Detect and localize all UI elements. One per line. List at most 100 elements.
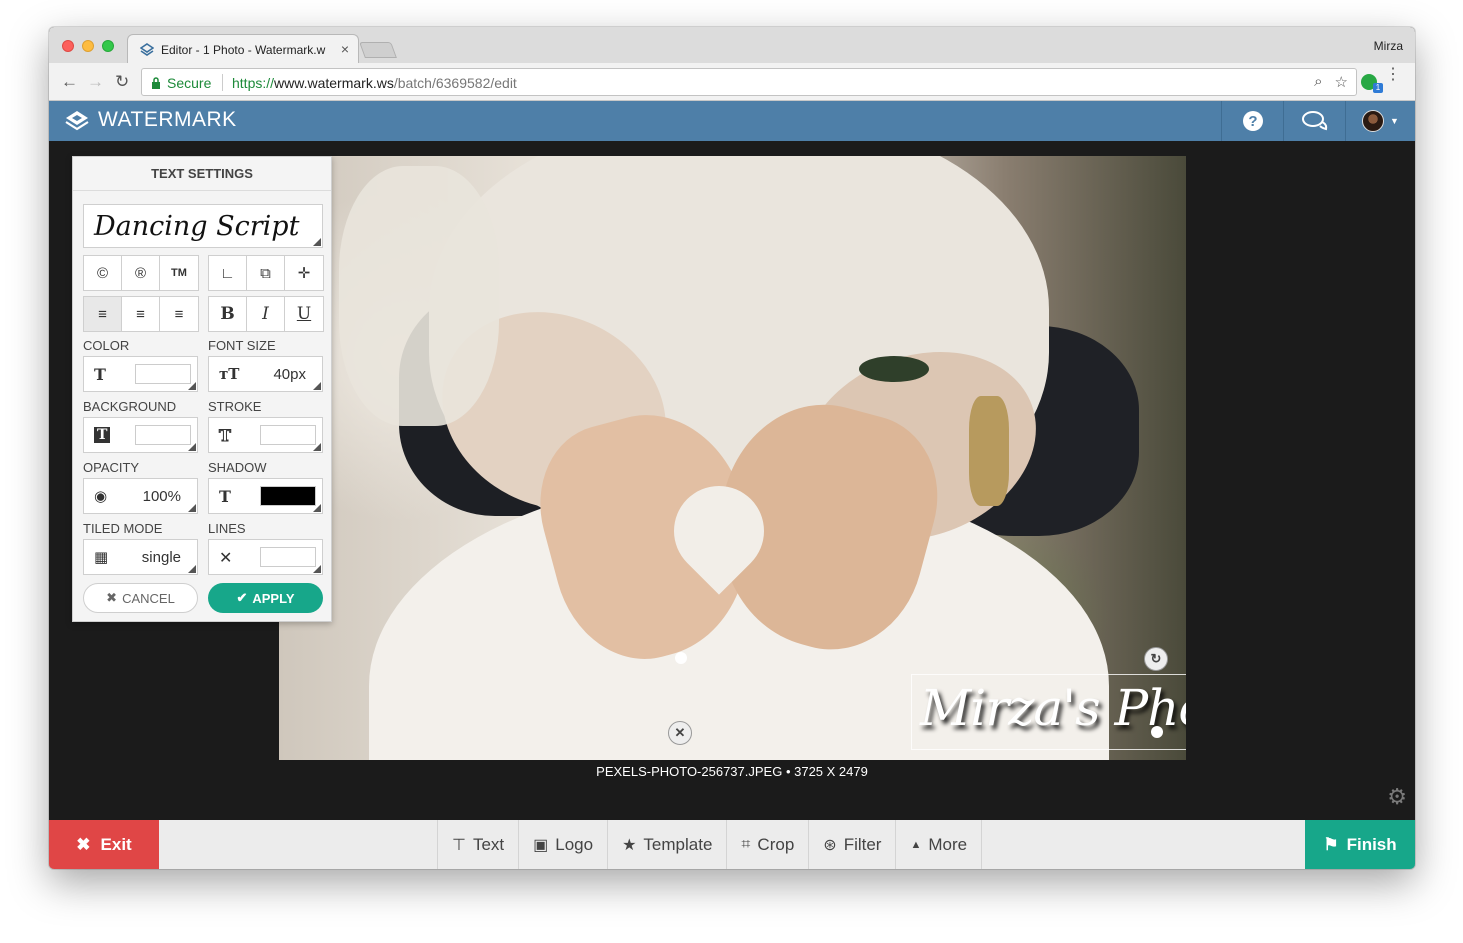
- text-tool-button[interactable]: ⊤ Text: [438, 820, 520, 869]
- background-picker[interactable]: T: [83, 417, 198, 453]
- opacity-select[interactable]: ◉ 100%: [83, 478, 198, 514]
- extension-badge: 1: [1373, 83, 1383, 93]
- template-tool-button[interactable]: ★ Template: [608, 820, 728, 869]
- tiled-mode-value: single: [141, 549, 181, 566]
- tiled-mode-label: TILED MODE: [83, 521, 163, 536]
- photo-caption: PEXELS-PHOTO-256737.JPEG • 3725 X 2479: [596, 764, 868, 779]
- duplicate-icon[interactable]: ⧉: [247, 256, 285, 290]
- exit-button[interactable]: ✖ Exit: [49, 820, 159, 869]
- app-header: WATERMARK ? ▼: [49, 101, 1415, 141]
- maximize-window-button[interactable]: [102, 40, 114, 52]
- gear-icon[interactable]: ⚙: [1387, 784, 1407, 810]
- chat-button[interactable]: [1283, 101, 1345, 141]
- browser-toolbar: ← → ↻ Secure https://www.watermark.ws/ba…: [49, 63, 1415, 101]
- watermark-favicon-icon: [140, 43, 154, 56]
- check-icon: ✔: [236, 590, 248, 605]
- rotate-angle-icon[interactable]: ∟: [209, 256, 247, 290]
- watermark-bounding-box[interactable]: Mirza's Photography: [911, 674, 1186, 750]
- finish-button[interactable]: ⚑ Finish: [1305, 820, 1415, 869]
- zoom-icon[interactable]: ⌕: [1314, 73, 1322, 91]
- star-icon: ★: [622, 836, 637, 854]
- stroke-picker[interactable]: T: [208, 417, 323, 453]
- tab-close-icon[interactable]: ×: [341, 41, 349, 57]
- svg-text:?: ?: [1248, 113, 1257, 130]
- bookmark-star-icon[interactable]: ☆: [1335, 73, 1348, 91]
- align-right-icon[interactable]: ≡: [160, 297, 198, 331]
- lines-x-icon: ✕: [219, 548, 233, 567]
- font-size-icon: ᴛT: [219, 365, 240, 383]
- text-settings-panel: TEXT SETTINGS Dancing Script © ® TM ∟ ⧉ …: [72, 156, 332, 622]
- bottom-toolbar: ✖ Exit ⊤ Text ▣ Logo ★ Template ⌗ Crop ⊛ Filt…: [49, 820, 1415, 869]
- user-menu[interactable]: ▼: [1345, 101, 1415, 141]
- forward-arrow-icon[interactable]: →: [87, 73, 104, 90]
- image-icon: ▣: [533, 836, 549, 854]
- filter-tool-button[interactable]: ⊛ Filter: [809, 820, 897, 869]
- avatar: [1362, 110, 1385, 132]
- editor-canvas: Mirza's Photography ↻ ✕ PEXELS-PHOTO-256…: [49, 141, 1415, 820]
- profile-name[interactable]: Mirza: [1374, 39, 1403, 53]
- crop-tool-button[interactable]: ⌗ Crop: [727, 820, 810, 869]
- tab-title: Editor - 1 Photo - Watermark.w: [161, 43, 326, 57]
- transform-buttons: ∟ ⧉ ✛: [208, 255, 324, 291]
- browser-menu-icon[interactable]: ⋮: [1385, 67, 1401, 83]
- font-size-value: 40px: [273, 366, 306, 383]
- color-swatch: [135, 364, 191, 384]
- more-tool-button[interactable]: ▲ More: [896, 820, 983, 869]
- brand-logo[interactable]: WATERMARK: [64, 108, 237, 132]
- shadow-icon: T: [219, 487, 231, 506]
- trademark-button[interactable]: TM: [160, 256, 198, 290]
- color-label: COLOR: [83, 338, 130, 353]
- symbol-buttons: © ® TM: [83, 255, 199, 291]
- browser-tab[interactable]: Editor - 1 Photo - Watermark.w ×: [127, 34, 359, 63]
- underline-icon[interactable]: U: [285, 297, 323, 331]
- minimize-window-button[interactable]: [82, 40, 94, 52]
- apply-button[interactable]: ✔ APPLY: [208, 583, 323, 613]
- watermark-resize-handle-top-left[interactable]: [675, 652, 687, 664]
- shadow-picker[interactable]: T: [208, 478, 323, 514]
- italic-icon[interactable]: I: [247, 297, 285, 331]
- text-icon: ⊤: [452, 836, 466, 854]
- color-picker[interactable]: T: [83, 356, 198, 392]
- tiled-mode-select[interactable]: ▦ single: [83, 539, 198, 575]
- stroke-label: STROKE: [208, 399, 262, 414]
- address-bar[interactable]: Secure https://www.watermark.ws/batch/63…: [141, 68, 1357, 96]
- cancel-button[interactable]: ✖ CANCEL: [83, 583, 198, 613]
- opacity-label: OPACITY: [83, 460, 140, 475]
- reload-icon[interactable]: ↻: [115, 73, 129, 90]
- close-window-button[interactable]: [62, 40, 74, 52]
- aperture-icon: ⊛: [823, 836, 837, 854]
- font-select[interactable]: Dancing Script: [83, 204, 323, 248]
- align-left-icon[interactable]: ≡: [84, 297, 122, 331]
- caret-up-icon: ▲: [910, 838, 922, 851]
- help-icon: ?: [1242, 111, 1263, 131]
- registered-button[interactable]: ®: [122, 256, 160, 290]
- alignment-buttons: ≡ ≡ ≡: [83, 296, 199, 332]
- font-select-value: Dancing Script: [94, 211, 300, 242]
- watermark-text[interactable]: Mirza's Photography: [920, 679, 1186, 737]
- caret-down-icon: ▼: [1390, 116, 1399, 126]
- close-icon: ✖: [106, 590, 118, 605]
- copyright-button[interactable]: ©: [84, 256, 122, 290]
- watermark-logo-icon: [65, 111, 89, 131]
- align-center-icon[interactable]: ≡: [122, 297, 160, 331]
- rotate-icon[interactable]: ↻: [1144, 647, 1168, 671]
- logo-tool-button[interactable]: ▣ Logo: [519, 820, 609, 869]
- bold-icon[interactable]: B: [209, 297, 247, 331]
- photo-preview: Mirza's Photography ↻ ✕: [279, 156, 1186, 760]
- font-size-select[interactable]: ᴛT 40px: [208, 356, 323, 392]
- watermark-resize-handle-bottom-right[interactable]: [1151, 726, 1163, 738]
- eye-icon: ◉: [94, 487, 108, 505]
- stroke-icon: T: [219, 426, 232, 446]
- center-icon[interactable]: ✛: [285, 256, 323, 290]
- new-tab-button[interactable]: [359, 42, 397, 58]
- shadow-swatch: [260, 486, 316, 506]
- flag-icon: ⚑: [1323, 834, 1339, 854]
- font-size-label: FONT SIZE: [208, 338, 276, 353]
- url-text: https://www.watermark.ws/batch/6369582/e…: [232, 75, 517, 91]
- chat-icon: [1301, 111, 1327, 131]
- back-arrow-icon[interactable]: ←: [61, 73, 78, 90]
- remove-watermark-icon[interactable]: ✕: [668, 721, 692, 745]
- lines-picker[interactable]: ✕: [208, 539, 323, 575]
- help-button[interactable]: ?: [1221, 101, 1283, 141]
- shadow-label: SHADOW: [208, 460, 267, 475]
